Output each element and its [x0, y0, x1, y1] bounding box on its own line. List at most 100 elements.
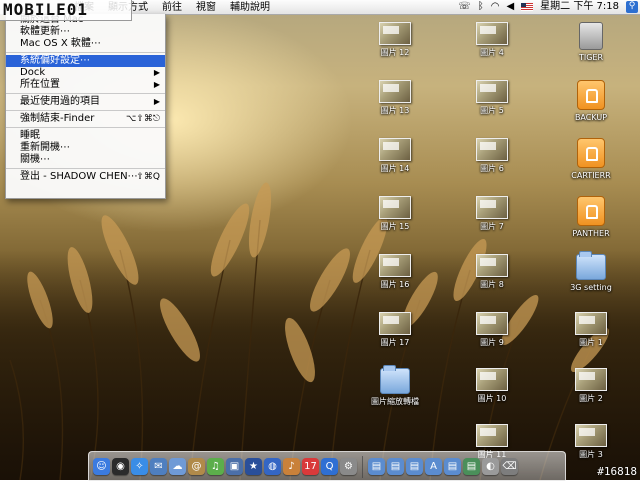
desktop-icon[interactable]: 圖片 9: [460, 312, 524, 348]
ichat-icon[interactable]: ☁: [169, 458, 186, 475]
quicktime-icon[interactable]: Q: [321, 458, 338, 475]
menu-shortcut: ⇧⌘Q: [136, 172, 160, 182]
folder-icon[interactable]: ▤: [444, 458, 461, 475]
image-file-icon: [476, 138, 508, 161]
external-drive-icon: [577, 138, 605, 168]
trash-icon[interactable]: ⌫: [501, 458, 518, 475]
desktop-icon[interactable]: BACKUP: [559, 80, 623, 123]
imovie-icon[interactable]: ★: [245, 458, 262, 475]
desktop-icon-label: CARTIERR: [571, 171, 611, 180]
desktop-icon[interactable]: 圖片 4: [460, 22, 524, 58]
desktop-icon-label: 圖片 13: [380, 106, 410, 115]
desktop-icon-label: 圖片 2: [579, 394, 603, 403]
folder-icon[interactable]: ▤: [406, 458, 423, 475]
menu-clock[interactable]: 星期二 下午 7:18: [540, 0, 619, 13]
dashboard-icon[interactable]: ◉: [112, 458, 129, 475]
utility-icon[interactable]: ◐: [482, 458, 499, 475]
dock-separator: [362, 455, 363, 478]
apple-menu-item[interactable]: Mac OS X 軟體⋯: [6, 38, 165, 50]
desktop-icon[interactable]: 圖片 1: [559, 312, 623, 348]
apple-menu-item-label: 強制結束-Finder: [20, 113, 95, 124]
desktop-icon-label: 圖片 5: [480, 106, 504, 115]
image-file-icon: [476, 80, 508, 103]
desktop-icon[interactable]: 圖片 17: [363, 312, 427, 348]
desktop-icon[interactable]: 圖片 3: [559, 424, 623, 460]
image-file-icon: [476, 254, 508, 277]
system-preferences-icon[interactable]: ⚙: [340, 458, 357, 475]
desktop-icon[interactable]: 圖片 8: [460, 254, 524, 290]
apple-menu-item-label: 重新開機⋯: [20, 142, 70, 153]
desktop-icon-label: 圖片 15: [380, 222, 410, 231]
apple-menu-item[interactable]: 睡眠: [6, 130, 165, 142]
image-file-icon: [379, 22, 411, 45]
apple-menu: 關於這台 Mac軟體更新⋯Mac OS X 軟體⋯系統偏好設定⋯Dock▶所在位…: [5, 14, 166, 199]
menu-separator: [6, 52, 165, 53]
apple-menu-item-label: 關機⋯: [20, 154, 50, 165]
desktop-icon-label: PANTHER: [572, 229, 610, 238]
desktop-icon-label: 圖片 12: [380, 48, 410, 57]
desktop-icon[interactable]: 圖片 12: [363, 22, 427, 58]
applications-icon[interactable]: A: [425, 458, 442, 475]
watermark: #16818: [597, 465, 637, 478]
phone-icon[interactable]: ☏: [458, 0, 471, 13]
iphoto-icon[interactable]: ▣: [226, 458, 243, 475]
apple-menu-item[interactable]: 系統偏好設定⋯: [6, 55, 165, 67]
idvd-icon[interactable]: ◍: [264, 458, 281, 475]
apple-menu-item[interactable]: 關機⋯: [6, 154, 165, 166]
image-file-icon: [575, 368, 607, 391]
apple-menu-item[interactable]: 強制結束-Finder ⌥⇧⌘⎋: [6, 113, 165, 125]
desktop-icon[interactable]: 圖片 13: [363, 80, 427, 116]
desktop-icon-label: 3G setting: [570, 283, 612, 292]
desktop-icon[interactable]: 圖片縮放轉檔: [363, 365, 427, 407]
desktop-icon[interactable]: CARTIERR: [559, 138, 623, 181]
apple-menu-item[interactable]: 所在位置 ▶: [6, 79, 165, 91]
image-file-icon: [476, 312, 508, 335]
apple-menu-item-label: 睡眠: [20, 130, 40, 141]
input-flag-icon[interactable]: [521, 2, 534, 11]
image-file-icon: [575, 424, 607, 447]
desktop-icon[interactable]: TIGER: [559, 22, 623, 63]
desktop-icon[interactable]: 3G setting: [559, 251, 623, 293]
mail-icon[interactable]: ✉: [150, 458, 167, 475]
submenu-arrow-icon: ▶: [153, 68, 160, 77]
desktop-icon-label: TIGER: [578, 53, 604, 62]
desktop-icon[interactable]: 圖片 6: [460, 138, 524, 174]
hard-drive-icon: [579, 22, 603, 50]
image-file-icon: [379, 196, 411, 219]
ical-icon[interactable]: 17: [302, 458, 319, 475]
apple-menu-item[interactable]: 最近使用過的項目 ▶: [6, 96, 165, 108]
folder-icon[interactable]: ▤: [368, 458, 385, 475]
bluetooth-icon[interactable]: ᛒ: [478, 0, 484, 13]
wifi-icon[interactable]: ◠: [491, 0, 500, 13]
desktop-icon[interactable]: 圖片 16: [363, 254, 427, 290]
menu-separator: [6, 93, 165, 94]
image-file-icon: [379, 138, 411, 161]
desktop-icon-label: 圖片 6: [480, 164, 504, 173]
address-book-icon[interactable]: @: [188, 458, 205, 475]
desktop-icon[interactable]: 圖片 7: [460, 196, 524, 232]
desktop-icon[interactable]: 圖片 14: [363, 138, 427, 174]
safari-icon[interactable]: ✧: [131, 458, 148, 475]
folder-icon[interactable]: ▤: [387, 458, 404, 475]
apple-menu-item-label: Dock: [20, 67, 46, 78]
garageband-icon[interactable]: ♪: [283, 458, 300, 475]
wallpaper-hill: [0, 250, 640, 480]
finder-icon[interactable]: ☺: [93, 458, 110, 475]
spotlight-search-icon[interactable]: ⚲: [626, 0, 638, 13]
menu-4[interactable]: 輔助說明: [223, 0, 277, 14]
desktop-icon[interactable]: 圖片 10: [460, 368, 524, 404]
apple-menu-item[interactable]: 登出 - SHADOW CHEN⋯ ⇧⌘Q: [6, 171, 165, 183]
itunes-icon[interactable]: ♫: [207, 458, 224, 475]
apple-menu-item[interactable]: Dock ▶: [6, 67, 165, 79]
menu-3[interactable]: 視窗: [189, 0, 223, 14]
desktop-icon[interactable]: 圖片 15: [363, 196, 427, 232]
volume-icon[interactable]: ◀: [506, 0, 514, 13]
desktop-icon[interactable]: PANTHER: [559, 196, 623, 239]
menu-2[interactable]: 前往: [155, 0, 189, 14]
desktop-icon[interactable]: 圖片 5: [460, 80, 524, 116]
folder-icon[interactable]: ▤: [463, 458, 480, 475]
apple-menu-item-label: 軟體更新⋯: [20, 26, 70, 37]
desktop-icon[interactable]: 圖片 2: [559, 368, 623, 404]
apple-menu-item[interactable]: 軟體更新⋯: [6, 26, 165, 38]
apple-menu-item[interactable]: 重新開機⋯: [6, 142, 165, 154]
